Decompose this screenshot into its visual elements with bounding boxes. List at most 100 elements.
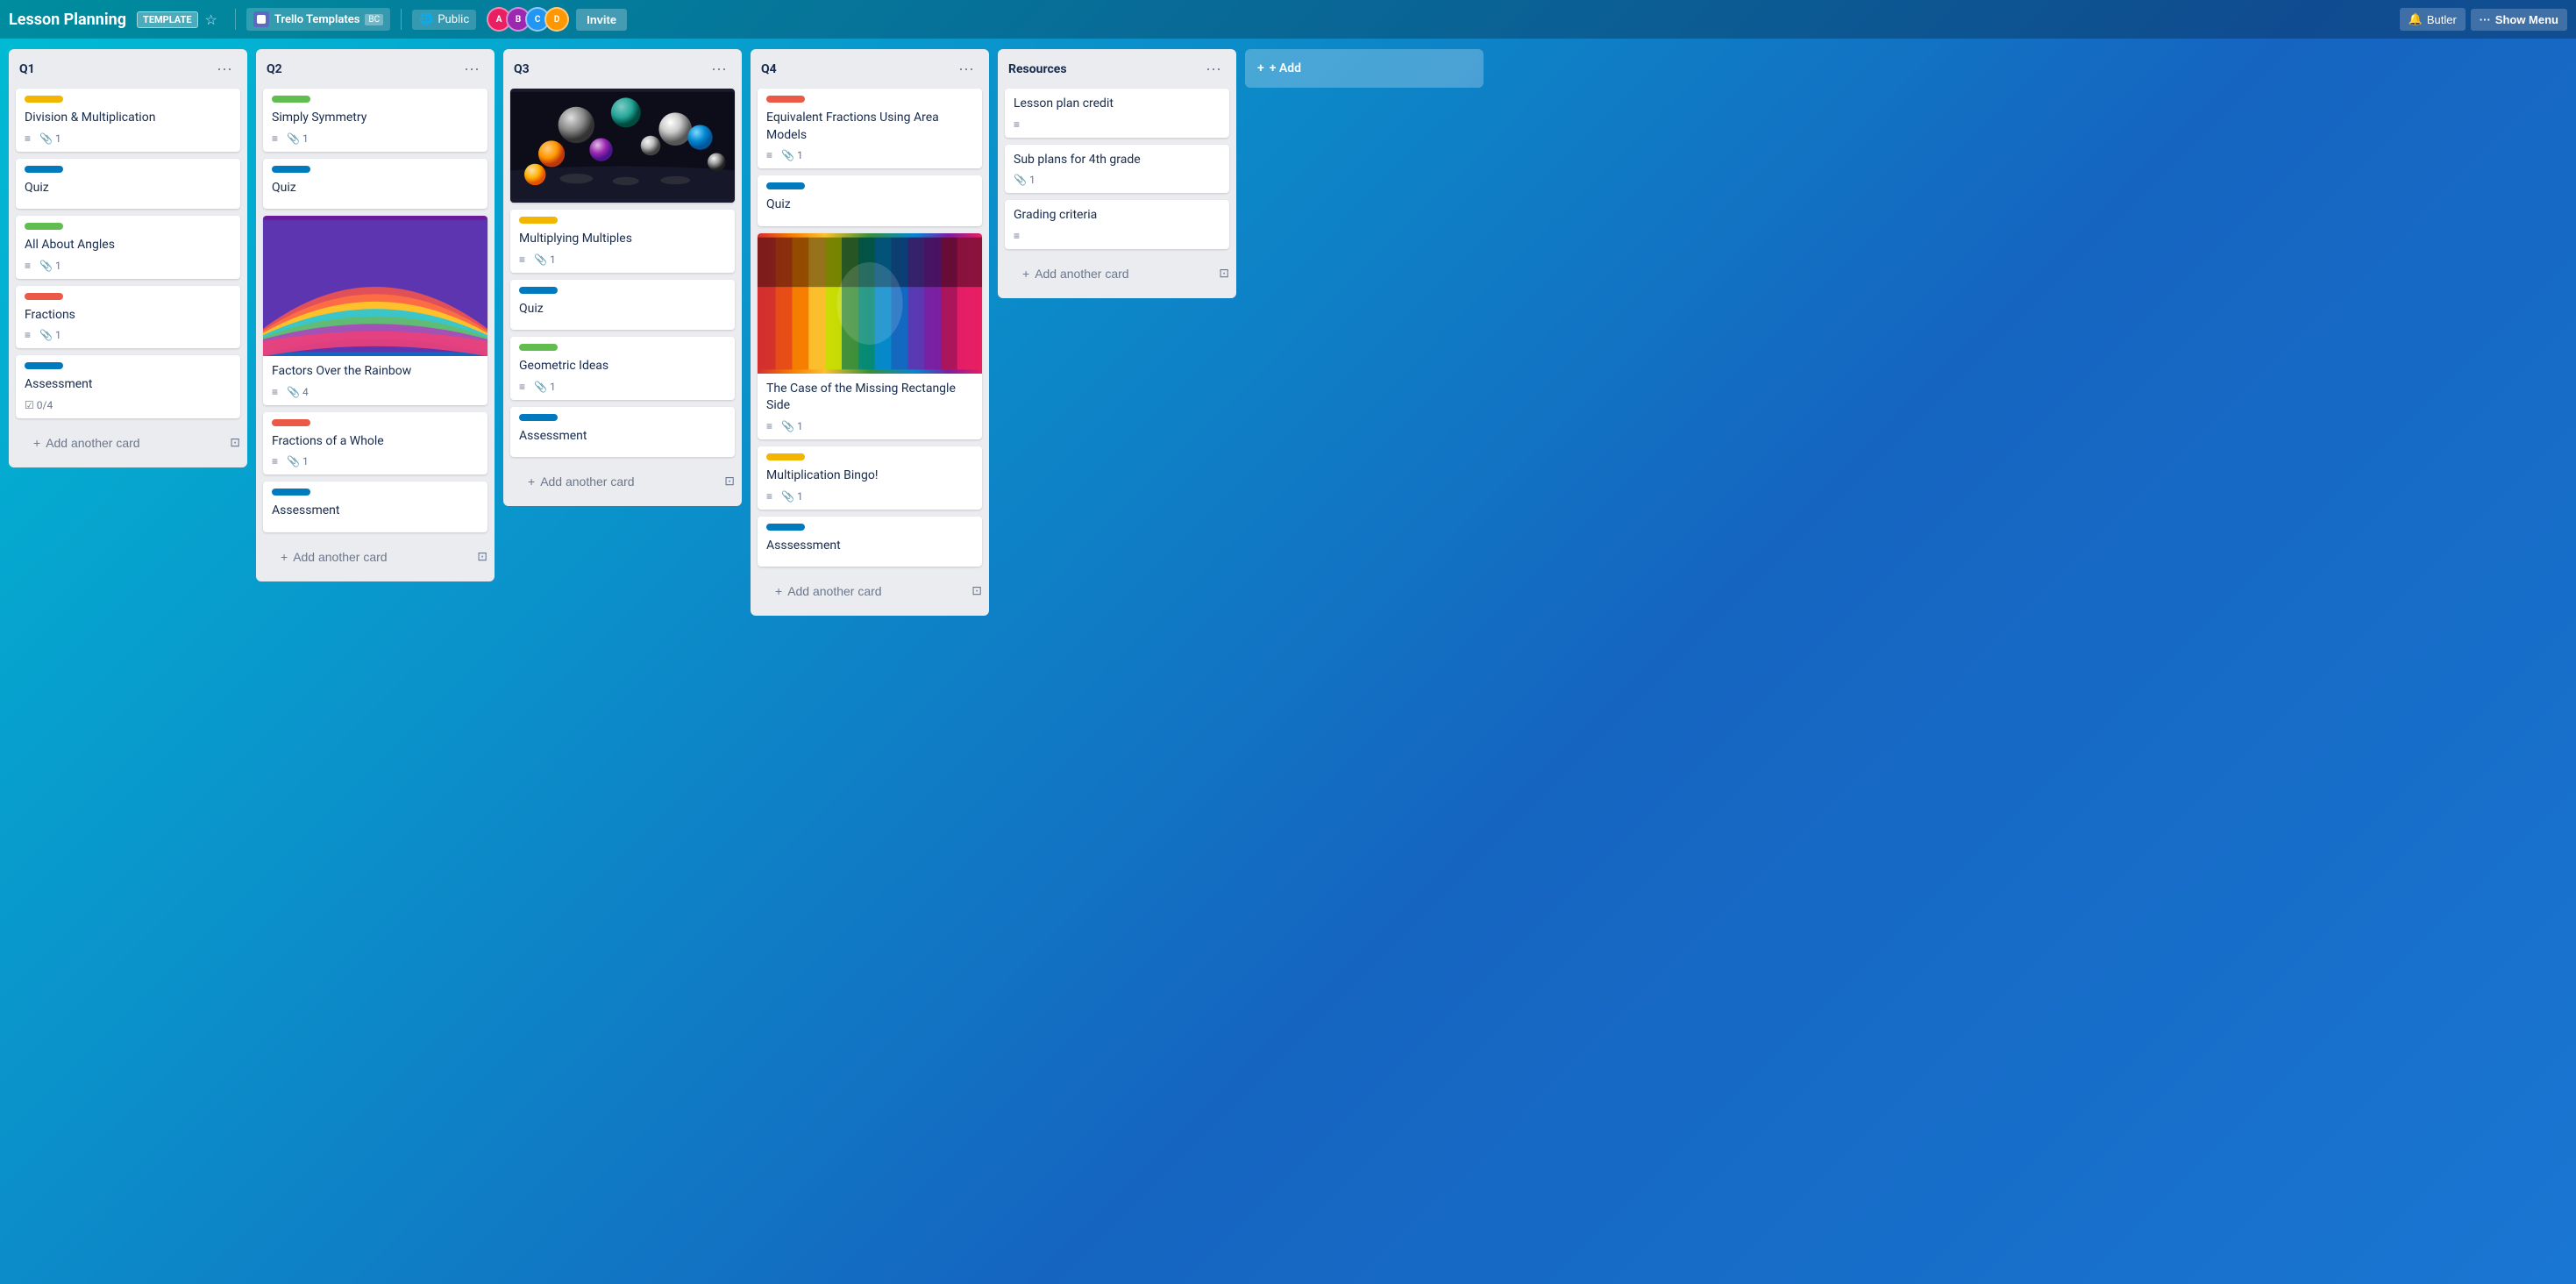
attachment-count: 1 bbox=[302, 132, 309, 145]
desc-icon-item: ≡ bbox=[272, 455, 278, 467]
add-card-button-q3[interactable]: + Add another card bbox=[517, 467, 717, 496]
card-factors-rainbow[interactable]: Factors Over the Rainbow ≡ 📎4 bbox=[263, 216, 487, 405]
card-meta: 📎1 bbox=[1014, 174, 1220, 186]
card-title: Sub plans for 4th grade bbox=[1014, 152, 1220, 169]
template-badge: TEMPLATE bbox=[137, 11, 198, 28]
plus-icon: + bbox=[1022, 267, 1029, 281]
desc-icon: ≡ bbox=[766, 490, 772, 503]
card-title: Quiz bbox=[25, 180, 231, 197]
card-quiz-q4[interactable]: Quiz bbox=[758, 175, 982, 226]
card-fractions-whole[interactable]: Fractions of a Whole ≡ 📎1 bbox=[263, 412, 487, 475]
column-menu-button-q4[interactable]: ··· bbox=[954, 58, 978, 80]
column-menu-button-q2[interactable]: ··· bbox=[459, 58, 484, 80]
star-icon[interactable]: ☆ bbox=[205, 11, 217, 28]
show-menu-button[interactable]: ··· Show Menu bbox=[2471, 9, 2567, 31]
desc-icon-item: ≡ bbox=[25, 329, 31, 341]
globe-icon: 🌐 bbox=[419, 13, 433, 26]
desc-icon-item: ≡ bbox=[25, 132, 31, 145]
desc-icon: ≡ bbox=[25, 260, 31, 272]
attachment-count: 4 bbox=[302, 386, 309, 398]
column-menu-button-resources[interactable]: ··· bbox=[1201, 58, 1226, 80]
archive-icon-q3[interactable]: ⊡ bbox=[724, 474, 735, 489]
card-title: Quiz bbox=[519, 301, 726, 318]
add-card-label: Add another card bbox=[293, 550, 387, 564]
attachment-count: 1 bbox=[550, 253, 556, 266]
attachment-icon: 📎 bbox=[781, 149, 794, 161]
column-title-resources: Resources bbox=[1008, 62, 1067, 76]
column-title-q2: Q2 bbox=[267, 62, 282, 76]
add-card-button-q4[interactable]: + Add another card bbox=[765, 577, 964, 605]
card-fractions-q1[interactable]: Fractions ≡ 📎1 bbox=[16, 286, 240, 349]
card-lesson-plan-credit[interactable]: Lesson plan credit ≡ bbox=[1005, 89, 1229, 138]
workspace-switcher[interactable]: Trello Templates BC bbox=[246, 8, 390, 31]
card-label bbox=[25, 166, 63, 173]
card-equiv-fractions[interactable]: Equivalent Fractions Using Area Models ≡… bbox=[758, 89, 982, 168]
visibility-button[interactable]: 🌐 Public bbox=[412, 10, 476, 30]
card-all-angles[interactable]: All About Angles ≡ 📎1 bbox=[16, 216, 240, 279]
card-meta: ≡ 📎1 bbox=[519, 381, 726, 393]
card-assessment-q4[interactable]: Asssessment bbox=[758, 517, 982, 567]
card-assessment-q2[interactable]: Assessment bbox=[263, 482, 487, 532]
board-title: Lesson Planning bbox=[9, 11, 126, 29]
plus-icon: + bbox=[775, 584, 782, 598]
card-meta: ≡ bbox=[1014, 230, 1220, 242]
card-multiplying-multiples[interactable]: Multiplying Multiples ≡ 📎1 bbox=[510, 210, 735, 273]
attachment-item: 📎1 bbox=[534, 253, 556, 266]
card-label bbox=[272, 96, 310, 103]
avatar[interactable]: D bbox=[544, 7, 569, 32]
archive-icon-q2[interactable]: ⊡ bbox=[477, 550, 487, 564]
cards-q3: Multiplying Multiples ≡ 📎1 Quiz Geometri… bbox=[503, 85, 742, 460]
attachment-count: 1 bbox=[55, 132, 61, 145]
card-meta: ≡ 📎1 bbox=[272, 455, 479, 467]
attachment-icon: 📎 bbox=[781, 420, 794, 432]
card-title: Fractions of a Whole bbox=[272, 433, 479, 451]
card-title: Equivalent Fractions Using Area Models bbox=[766, 110, 973, 144]
card-quiz-q3[interactable]: Quiz bbox=[510, 280, 735, 331]
card-sub-plans[interactable]: Sub plans for 4th grade 📎1 bbox=[1005, 145, 1229, 194]
desc-icon-item: ≡ bbox=[766, 490, 772, 503]
card-assessment-q1[interactable]: Assessment ☑0/4 bbox=[16, 355, 240, 418]
add-card-button-resources[interactable]: + Add another card bbox=[1012, 260, 1212, 288]
invite-button[interactable]: Invite bbox=[576, 9, 627, 31]
members-avatars[interactable]: A B C D bbox=[487, 7, 569, 32]
card-geometric-ideas[interactable]: Geometric Ideas ≡ 📎1 bbox=[510, 337, 735, 400]
column-menu-button-q3[interactable]: ··· bbox=[707, 58, 731, 80]
card-label bbox=[272, 489, 310, 496]
desc-icon: ≡ bbox=[272, 386, 278, 398]
header-divider-2 bbox=[401, 9, 402, 30]
attachment-item: 📎1 bbox=[39, 132, 61, 145]
archive-icon-resources[interactable]: ⊡ bbox=[1219, 267, 1229, 281]
visibility-label: Public bbox=[438, 13, 469, 26]
card-div-mult[interactable]: Division & Multiplication ≡ 📎1 bbox=[16, 89, 240, 152]
archive-icon-q1[interactable]: ⊡ bbox=[230, 436, 240, 450]
add-card-label: Add another card bbox=[1035, 267, 1128, 281]
card-spheres[interactable] bbox=[510, 89, 735, 203]
card-title: Assessment bbox=[519, 428, 726, 446]
column-menu-button-q1[interactable]: ··· bbox=[212, 58, 237, 80]
card-mult-bingo[interactable]: Multiplication Bingo! ≡ 📎1 bbox=[758, 446, 982, 510]
card-assessment-q3[interactable]: Assessment bbox=[510, 407, 735, 458]
attachment-icon: 📎 bbox=[534, 253, 547, 266]
butler-button[interactable]: 🔔 Butler bbox=[2400, 8, 2466, 31]
card-quiz-q2[interactable]: Quiz bbox=[263, 159, 487, 210]
archive-icon-q4[interactable]: ⊡ bbox=[971, 584, 982, 598]
card-title: Assessment bbox=[25, 376, 231, 394]
add-column-button[interactable]: + + Add bbox=[1245, 49, 1484, 88]
column-header-q4: Q4 ··· bbox=[751, 49, 989, 85]
card-simply-symmetry[interactable]: Simply Symmetry ≡ 📎1 bbox=[263, 89, 487, 152]
add-card-button-q2[interactable]: + Add another card bbox=[270, 543, 470, 571]
column-header-q3: Q3 ··· bbox=[503, 49, 742, 85]
attachment-item: 📎1 bbox=[39, 260, 61, 272]
attachment-item: 📎1 bbox=[287, 132, 309, 145]
add-card-row-q4: + Add another card ⊡ bbox=[751, 570, 989, 616]
column-title-q4: Q4 bbox=[761, 62, 777, 76]
column-header-q2: Q2 ··· bbox=[256, 49, 495, 85]
card-grading-criteria[interactable]: Grading criteria ≡ bbox=[1005, 200, 1229, 249]
checklist-item: ☑0/4 bbox=[25, 399, 53, 411]
card-quiz-q1[interactable]: Quiz bbox=[16, 159, 240, 210]
card-title: All About Angles bbox=[25, 237, 231, 254]
card-missing-rectangle[interactable]: The Case of the Missing Rectangle Side ≡… bbox=[758, 233, 982, 439]
card-title: Assessment bbox=[272, 503, 479, 520]
header-right-actions: 🔔 Butler ··· Show Menu bbox=[2400, 8, 2567, 31]
add-card-button-q1[interactable]: + Add another card bbox=[23, 429, 223, 457]
